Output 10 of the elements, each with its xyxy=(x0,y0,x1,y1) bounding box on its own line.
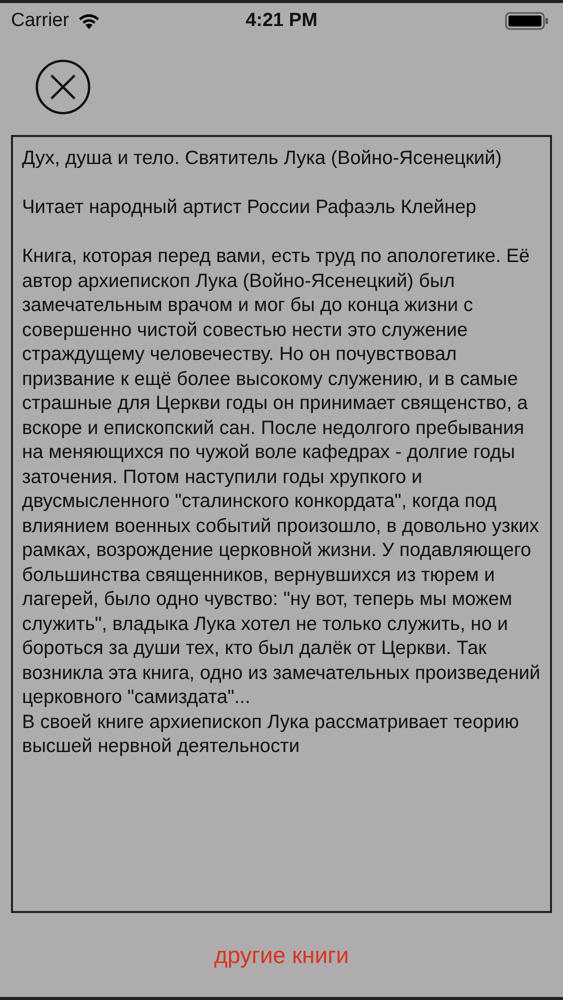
other-books-button[interactable]: другие книги xyxy=(206,938,357,972)
wifi-icon xyxy=(77,12,102,30)
book-title: Дух, душа и тело. Святитель Лука (Войно-Ясенецкий) xyxy=(22,147,503,171)
carrier-name: Carrier xyxy=(11,10,70,32)
close-button[interactable] xyxy=(34,58,92,116)
reader-credit: Читает народный артист России Рафаэль Клейнер xyxy=(22,196,478,220)
description-paragraph: Книга, которая перед вами, есть труд по апологетике. Её автор архиепископ Лука (Войно-Ясенецкий) был замечательным врачом и мог бы до конца жизни с совершенно чистой совестью нести это служение страждущему человечеству. Но он почувствовал призвание к ещё более высокому служению, и в самые страшные для Церкви годы он принимает священство, а вскоре и епископский сан. После недолгого пребывания на меняющихся по чужой воле кафедрах - долгие годы заточения. Потом наступили годы хрупкого и двусмысленного "сталинского конкордата", когда под влиянием военных событий произошло, в довольно узких рамках, возрождение церковной жизни. У подавляющего большинства священников, вернувшихся из тюрем и лагерей, было одно чувство: "ну вот, теперь мы можем служить", владыка Лука хотел не только служить, но и бороться за души тех, кто был далёк от Церкви. Так возникла эта книга, одно из замечательных произведений церковного "самиздата"... xyxy=(22,245,542,710)
status-time: 4:21 PM xyxy=(246,10,318,32)
battery-icon xyxy=(505,11,549,31)
description-paragraph: В своей книге архиепископ Лука рассматривает теорию высшей нервной деятельности xyxy=(22,710,520,759)
